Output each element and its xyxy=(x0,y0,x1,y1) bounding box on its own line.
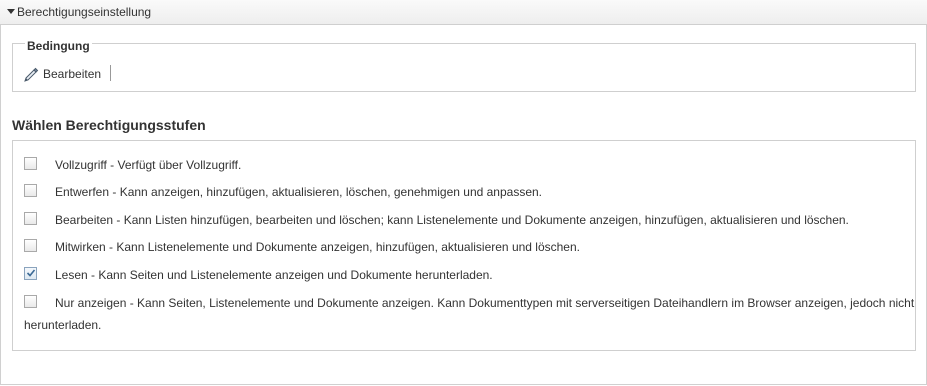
triangle-down-icon[interactable] xyxy=(7,9,15,14)
checkbox-nur-anzeigen[interactable] xyxy=(24,295,37,308)
panel-header[interactable]: Berechtigungseinstellung xyxy=(0,0,927,25)
level-label: Entwerfen - Kann anzeigen, hinzufügen, a… xyxy=(55,185,543,199)
level-label: Lesen - Kann Seiten und Listenelemente a… xyxy=(55,268,493,282)
checkmark-icon xyxy=(26,269,36,277)
checkbox-mitwirken[interactable] xyxy=(24,239,37,252)
level-label: Bearbeiten - Kann Listen hinzufügen, bea… xyxy=(55,213,849,227)
checkbox-lesen[interactable] xyxy=(24,267,37,280)
level-label-continued: herunterladen. xyxy=(24,318,102,332)
checkbox-entwerfen[interactable] xyxy=(24,184,37,197)
condition-group: Bedingung Bearbeiten xyxy=(12,39,916,92)
levels-title: Wählen Berechtigungsstufen xyxy=(12,117,206,133)
edit-button-label: Bearbeiten xyxy=(43,67,102,81)
level-label: Mitwirken - Kann Listenelemente und Doku… xyxy=(55,240,580,254)
level-label: Vollzugriff - Verfügt über Vollzugriff. xyxy=(55,158,242,172)
condition-legend: Bedingung xyxy=(25,39,92,53)
toolbar-separator xyxy=(110,65,111,81)
checkbox-bearbeiten[interactable] xyxy=(24,212,37,225)
permission-levels-list: Vollzugriff - Verfügt über Vollzugriff. … xyxy=(12,140,916,351)
level-label: Nur anzeigen - Kann Seiten, Listenelemen… xyxy=(55,296,915,310)
pencil-icon xyxy=(24,67,39,82)
checkbox-vollzugriff[interactable] xyxy=(24,157,37,170)
panel-title: Berechtigungseinstellung xyxy=(17,5,152,19)
